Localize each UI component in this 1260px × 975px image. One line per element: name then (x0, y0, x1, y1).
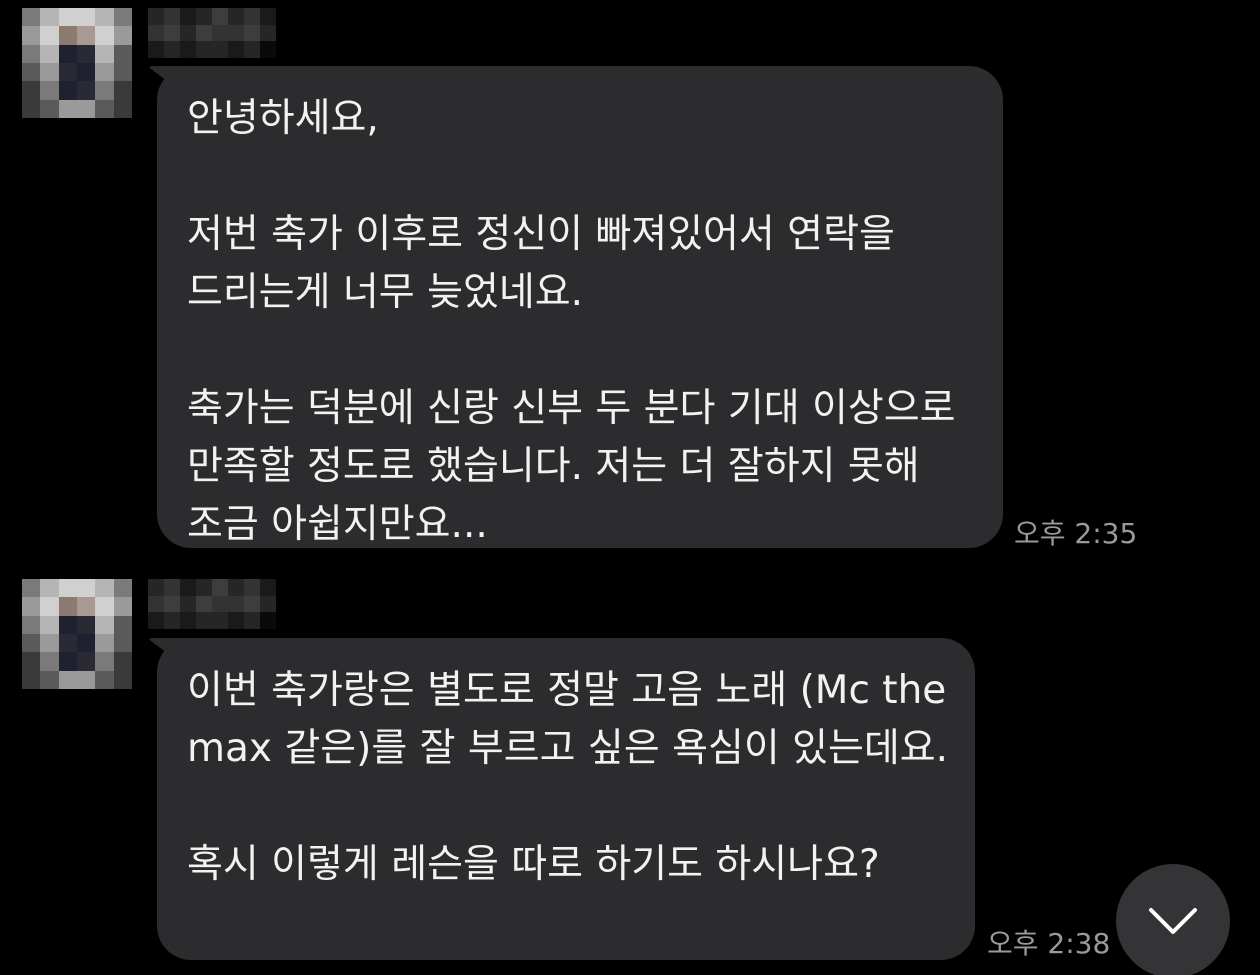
message-text: 이번 축가랑은 별도로 정말 고음 노래 (Mc the max 같은)를 잘 … (187, 668, 949, 887)
message-timestamp: 오후 2:35 (1014, 517, 1138, 550)
avatar[interactable] (22, 579, 132, 689)
message-bubble[interactable]: 이번 축가랑은 별도로 정말 고음 노래 (Mc the max 같은)를 잘 … (157, 638, 975, 960)
avatar[interactable] (22, 8, 132, 118)
message-text: 안녕하세요, 저번 축가 이후로 정신이 빠져있어서 연락을 드리는게 너무 늦… (187, 96, 956, 547)
sender-name (148, 8, 276, 58)
sender-name (148, 579, 276, 629)
message-timestamp: 오후 2:38 (987, 927, 1111, 960)
scroll-to-bottom-button[interactable] (1116, 864, 1230, 975)
message-bubble[interactable]: 안녕하세요, 저번 축가 이후로 정신이 빠져있어서 연락을 드리는게 너무 늦… (157, 66, 1003, 548)
chevron-down-icon (1149, 908, 1197, 934)
